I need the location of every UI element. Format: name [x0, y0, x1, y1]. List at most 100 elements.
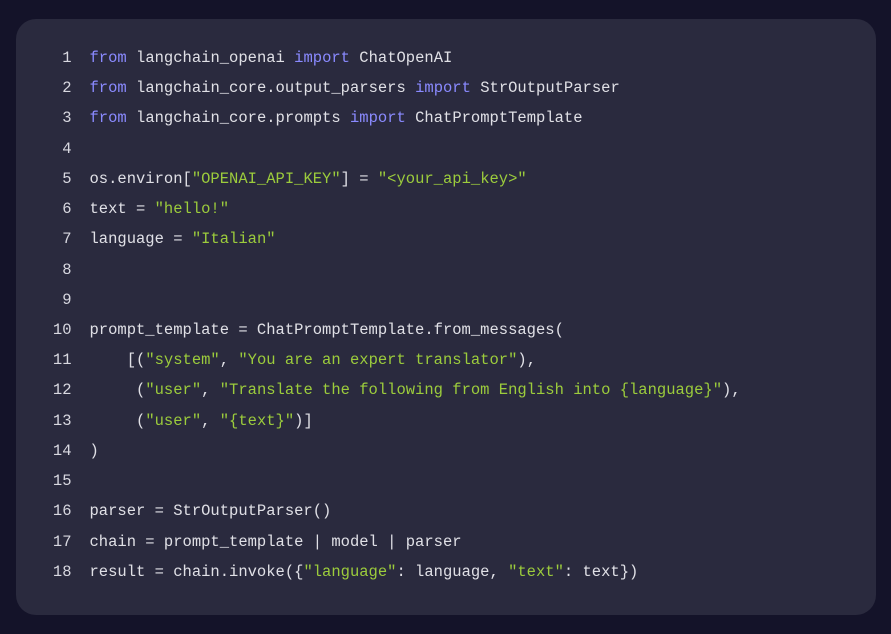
token-id: ] =	[341, 170, 378, 188]
token-id: : text})	[564, 563, 638, 581]
code-line: 16 parser = StrOutputParser()	[36, 496, 848, 526]
code-content: parser = StrOutputParser()	[90, 496, 332, 526]
token-id: ,	[201, 412, 220, 430]
code-line: 7 language = "Italian"	[36, 224, 848, 254]
line-number: 15	[36, 466, 72, 496]
code-line: 8	[36, 255, 848, 285]
token-id: )	[90, 442, 99, 460]
line-number: 5	[36, 164, 72, 194]
code-content: from langchain_core.output_parsers impor…	[90, 73, 620, 103]
token-id: chain = prompt_template | model | parser	[90, 533, 462, 551]
token-id: text =	[90, 200, 155, 218]
code-content: ("user", "Translate the following from E…	[90, 375, 741, 405]
line-number: 12	[36, 375, 72, 405]
code-line: 18 result = chain.invoke({"language": lan…	[36, 557, 848, 587]
code-content: chain = prompt_template | model | parser	[90, 527, 462, 557]
code-block: 1 from langchain_openai import ChatOpenAI…	[16, 19, 876, 615]
token-id: result = chain.invoke({	[90, 563, 304, 581]
token-id	[127, 49, 136, 67]
token-id	[127, 109, 136, 127]
token-id: )]	[294, 412, 313, 430]
token-id: ,	[220, 351, 239, 369]
token-id	[127, 79, 136, 97]
line-number: 9	[36, 285, 72, 315]
code-line: 6 text = "hello!"	[36, 194, 848, 224]
token-id: language =	[90, 230, 192, 248]
token-str: "text"	[508, 563, 564, 581]
token-id: prompt_template = ChatPromptTemplate.fro…	[90, 321, 564, 339]
token-str: "user"	[145, 412, 201, 430]
token-str: "{text}"	[220, 412, 294, 430]
line-number: 11	[36, 345, 72, 375]
line-number: 3	[36, 103, 72, 133]
code-line: 11 [("system", "You are an expert transl…	[36, 345, 848, 375]
token-str: "Translate the following from English in…	[220, 381, 722, 399]
token-id: ChatOpenAI	[359, 49, 452, 67]
token-id: : language,	[396, 563, 508, 581]
token-str: "<your_api_key>"	[378, 170, 527, 188]
code-line: 4	[36, 134, 848, 164]
line-number: 18	[36, 557, 72, 587]
token-id: langchain_core.prompts	[136, 109, 341, 127]
code-content: [("system", "You are an expert translato…	[90, 345, 537, 375]
code-line: 17 chain = prompt_template | model | pars…	[36, 527, 848, 557]
token-id	[285, 49, 294, 67]
code-line: 2 from langchain_core.output_parsers impo…	[36, 73, 848, 103]
token-str: "Italian"	[192, 230, 276, 248]
code-content: text = "hello!"	[90, 194, 230, 224]
code-line: 10 prompt_template = ChatPromptTemplate.f…	[36, 315, 848, 345]
line-number: 7	[36, 224, 72, 254]
token-str: "user"	[145, 381, 201, 399]
code-line: 1 from langchain_openai import ChatOpenAI	[36, 43, 848, 73]
token-kw: from	[90, 49, 127, 67]
token-id: ChatPromptTemplate	[415, 109, 582, 127]
code-content: ("user", "{text}")]	[90, 406, 313, 436]
token-kw: from	[90, 79, 127, 97]
token-id: parser = StrOutputParser()	[90, 502, 332, 520]
token-id	[350, 49, 359, 67]
line-number: 6	[36, 194, 72, 224]
code-content: os.environ["OPENAI_API_KEY"] = "<your_ap…	[90, 164, 527, 194]
token-kw: import	[350, 109, 406, 127]
line-number: 14	[36, 436, 72, 466]
token-str: "system"	[145, 351, 219, 369]
token-id: ),	[517, 351, 536, 369]
code-content: )	[90, 436, 99, 466]
line-number: 1	[36, 43, 72, 73]
code-line: 14)	[36, 436, 848, 466]
token-id	[341, 109, 350, 127]
token-str: "language"	[303, 563, 396, 581]
line-number: 8	[36, 255, 72, 285]
code-line: 9	[36, 285, 848, 315]
token-id	[406, 109, 415, 127]
code-content: prompt_template = ChatPromptTemplate.fro…	[90, 315, 564, 345]
code-line: 3 from langchain_core.prompts import Chat…	[36, 103, 848, 133]
token-str: "hello!"	[155, 200, 229, 218]
token-kw: from	[90, 109, 127, 127]
line-number: 10	[36, 315, 72, 345]
token-kw: import	[294, 49, 350, 67]
token-id	[471, 79, 480, 97]
code-content: language = "Italian"	[90, 224, 276, 254]
token-id: ,	[201, 381, 220, 399]
token-str: "You are an expert translator"	[238, 351, 517, 369]
code-line: 13 ("user", "{text}")]	[36, 406, 848, 436]
token-id: [(	[90, 351, 146, 369]
token-str: "OPENAI_API_KEY"	[192, 170, 341, 188]
token-kw: import	[415, 79, 471, 97]
code-line: 15	[36, 466, 848, 496]
line-number: 13	[36, 406, 72, 436]
line-number: 2	[36, 73, 72, 103]
code-content: from langchain_core.prompts import ChatP…	[90, 103, 583, 133]
token-id: os.environ[	[90, 170, 192, 188]
token-id: ),	[722, 381, 741, 399]
line-number: 16	[36, 496, 72, 526]
token-id: (	[90, 381, 146, 399]
code-content: from langchain_openai import ChatOpenAI	[90, 43, 453, 73]
line-number: 17	[36, 527, 72, 557]
token-id: (	[90, 412, 146, 430]
code-content: result = chain.invoke({"language": langu…	[90, 557, 639, 587]
token-id: StrOutputParser	[480, 79, 620, 97]
token-id	[406, 79, 415, 97]
code-line: 5 os.environ["OPENAI_API_KEY"] = "<your_a…	[36, 164, 848, 194]
